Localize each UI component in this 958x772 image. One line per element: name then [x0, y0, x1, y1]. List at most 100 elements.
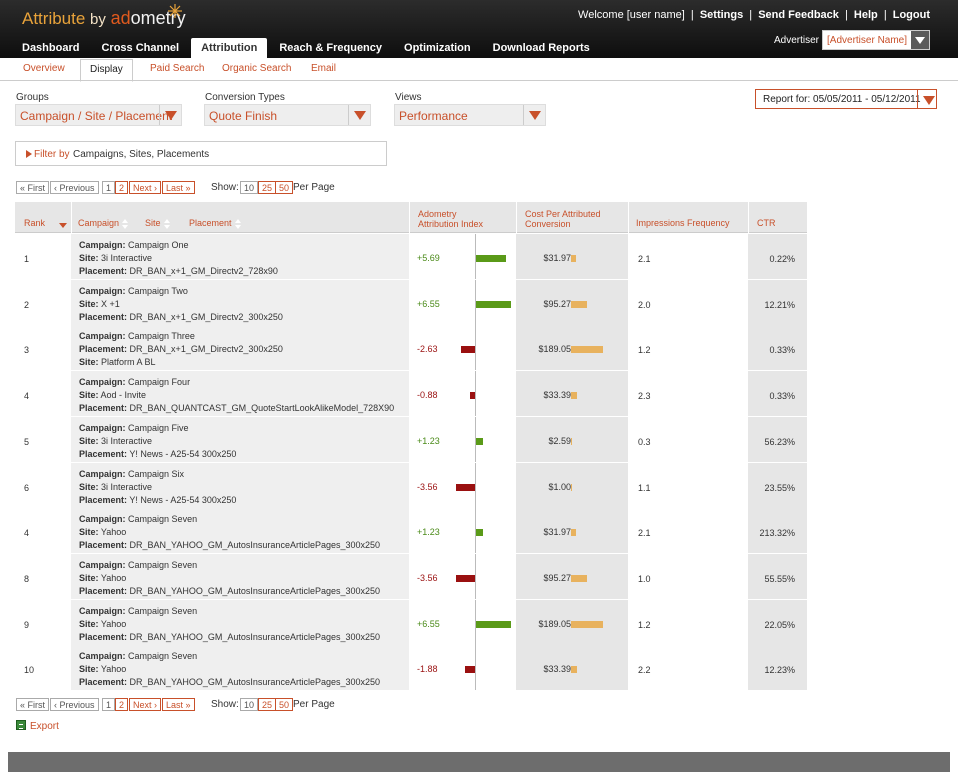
page-2-button[interactable]: 2 — [115, 698, 129, 711]
page-1-button[interactable]: 1 — [102, 181, 116, 194]
first-page-button[interactable]: « First — [16, 698, 50, 711]
tab-dashboard[interactable]: Dashboard — [12, 38, 89, 58]
impressions-cell: 1.2 — [628, 599, 748, 645]
attribution-index-cell: +5.69 — [409, 234, 516, 279]
impressions-cell: 2.1 — [628, 234, 748, 279]
sort-desc-icon[interactable] — [59, 223, 67, 228]
cost-cell: $33.39 — [516, 645, 628, 691]
user-links: Welcome [user name] | Settings | Send Fe… — [578, 9, 930, 21]
impressions-cell: 2.0 — [628, 279, 748, 325]
table-row[interactable]: 3 Campaign: Campaign Three Placement: DR_B… — [15, 325, 807, 371]
page-size-50[interactable]: 50 — [275, 181, 294, 194]
previous-page-button[interactable]: ‹ Previous — [50, 698, 99, 711]
groups-select[interactable]: Campaign / Site / Placement — [15, 104, 182, 126]
filter-by-toggle[interactable]: Filter by Campaigns, Sites, Placements — [15, 141, 387, 166]
page-size-25[interactable]: 25 — [258, 181, 277, 194]
help-link[interactable]: Help — [854, 9, 878, 21]
logo-spark-icon — [168, 4, 182, 18]
previous-page-button[interactable]: ‹ Previous — [50, 181, 99, 194]
send-feedback-link[interactable]: Send Feedback — [758, 9, 839, 21]
tab-reach-frequency[interactable]: Reach & Frequency — [269, 38, 392, 58]
cost-bar — [571, 300, 588, 308]
impressions-cell: 1.2 — [628, 325, 748, 371]
conversion-types-select[interactable]: Quote Finish — [204, 104, 371, 126]
tab-cross-channel[interactable]: Cross Channel — [91, 38, 189, 58]
page-size-50[interactable]: 50 — [275, 698, 294, 711]
table-row[interactable]: 4 Campaign: Campaign Seven Site: Yahoo Plac… — [15, 508, 807, 554]
table-row[interactable]: 10 Campaign: Campaign Seven Site: Yahoo Pla… — [15, 645, 807, 691]
report-date-range-select[interactable]: Report for: 05/05/2011 - 05/12/2011 — [755, 89, 937, 109]
ctr-cell: 0.22% — [748, 234, 807, 279]
impressions-cell: 1.0 — [628, 553, 748, 599]
next-page-button[interactable]: Next › — [129, 181, 162, 194]
rank-cell: 8 — [15, 553, 71, 599]
table-row[interactable]: 6 Campaign: Campaign Six Site: 3i Interact… — [15, 462, 807, 508]
subtab-organic-search[interactable]: Organic Search — [222, 63, 291, 74]
table-row[interactable]: 1 Campaign: Campaign One Site: 3i Interact… — [15, 234, 807, 279]
ctr-cell: 55.55% — [748, 553, 807, 599]
page-size-10[interactable]: 10 — [240, 698, 259, 711]
last-page-button[interactable]: Last » — [162, 698, 195, 711]
cost-cell: $31.97 — [516, 234, 628, 279]
rank-cell: 4 — [15, 508, 71, 554]
attribution-index-bar — [476, 437, 483, 445]
chevron-down-icon[interactable] — [917, 90, 936, 108]
page-2-button[interactable]: 2 — [115, 181, 129, 194]
last-page-button[interactable]: Last » — [162, 181, 195, 194]
chevron-down-icon[interactable] — [523, 105, 545, 125]
table-row[interactable]: 5 Campaign: Campaign Five Site: 3i Interac… — [15, 416, 807, 462]
page-size-10[interactable]: 10 — [240, 181, 259, 194]
table-row[interactable]: 9 Campaign: Campaign Seven Site: Yahoo Plac… — [15, 599, 807, 645]
attribution-index-bar — [456, 483, 475, 491]
attribution-index-cell: +1.23 — [409, 416, 516, 462]
first-page-button[interactable]: « First — [16, 181, 50, 194]
logout-link[interactable]: Logout — [893, 9, 930, 21]
sort-icon[interactable] — [163, 218, 170, 229]
settings-link[interactable]: Settings — [700, 9, 743, 21]
cost-bar — [571, 346, 604, 354]
ctr-cell: 56.23% — [748, 416, 807, 462]
rank-cell: 5 — [15, 416, 71, 462]
ctr-cell: 23.55% — [748, 462, 807, 508]
views-select[interactable]: Performance — [394, 104, 546, 126]
subtab-email[interactable]: Email — [311, 63, 336, 74]
campaign-cell: Campaign: Campaign Five Site: 3i Interact… — [71, 416, 409, 462]
subtab-overview[interactable]: Overview — [23, 63, 65, 74]
table-row[interactable]: 8 Campaign: Campaign Seven Site: Yahoo Plac… — [15, 553, 807, 599]
attribution-index-bar — [476, 300, 511, 308]
cost-bar — [571, 574, 588, 582]
rank-cell: 2 — [15, 279, 71, 325]
subtab-display[interactable]: Display — [80, 59, 133, 82]
page-1-button[interactable]: 1 — [102, 698, 116, 711]
attribution-index-cell: -0.88 — [409, 371, 516, 417]
cost-cell: $189.05 — [516, 325, 628, 371]
tab-attribution[interactable]: Attribution — [191, 38, 268, 58]
chevron-down-icon[interactable] — [348, 105, 370, 125]
rank-cell: 6 — [15, 462, 71, 508]
welcome-text: Welcome [user name] — [578, 9, 685, 21]
attribution-index-bar — [461, 346, 475, 354]
chevron-down-icon[interactable] — [159, 105, 181, 125]
advertiser-select[interactable]: [Advertiser Name] — [822, 30, 930, 50]
sort-icon[interactable] — [234, 218, 241, 229]
attribution-index-bar — [476, 620, 511, 628]
table-row[interactable]: 4 Campaign: Campaign Four Site: Aod - Invi… — [15, 371, 807, 417]
export-link[interactable]: Export — [16, 720, 59, 732]
next-page-button[interactable]: Next › — [129, 698, 162, 711]
tab-download-reports[interactable]: Download Reports — [483, 38, 600, 58]
subtab-paid-search[interactable]: Paid Search — [150, 63, 204, 74]
cost-bar — [571, 437, 572, 445]
chevron-down-icon[interactable] — [911, 31, 929, 49]
sort-icon[interactable] — [122, 218, 129, 229]
advertiser-value: [Advertiser Name] — [827, 35, 908, 46]
main-nav: Dashboard Cross Channel Attribution Reac… — [12, 38, 602, 58]
page-size-25[interactable]: 25 — [258, 698, 277, 711]
cost-bar — [571, 255, 577, 262]
campaign-cell: Campaign: Campaign Seven Site: Yahoo Place… — [71, 645, 409, 691]
table-row[interactable]: 2 Campaign: Campaign Two Site: X +1 Placeme… — [15, 279, 807, 325]
cost-bar — [571, 483, 572, 491]
expand-arrow-icon — [26, 150, 32, 158]
attribution-index-cell: -2.63 — [409, 325, 516, 371]
groups-label: Groups — [16, 92, 49, 103]
tab-optimization[interactable]: Optimization — [394, 38, 481, 58]
